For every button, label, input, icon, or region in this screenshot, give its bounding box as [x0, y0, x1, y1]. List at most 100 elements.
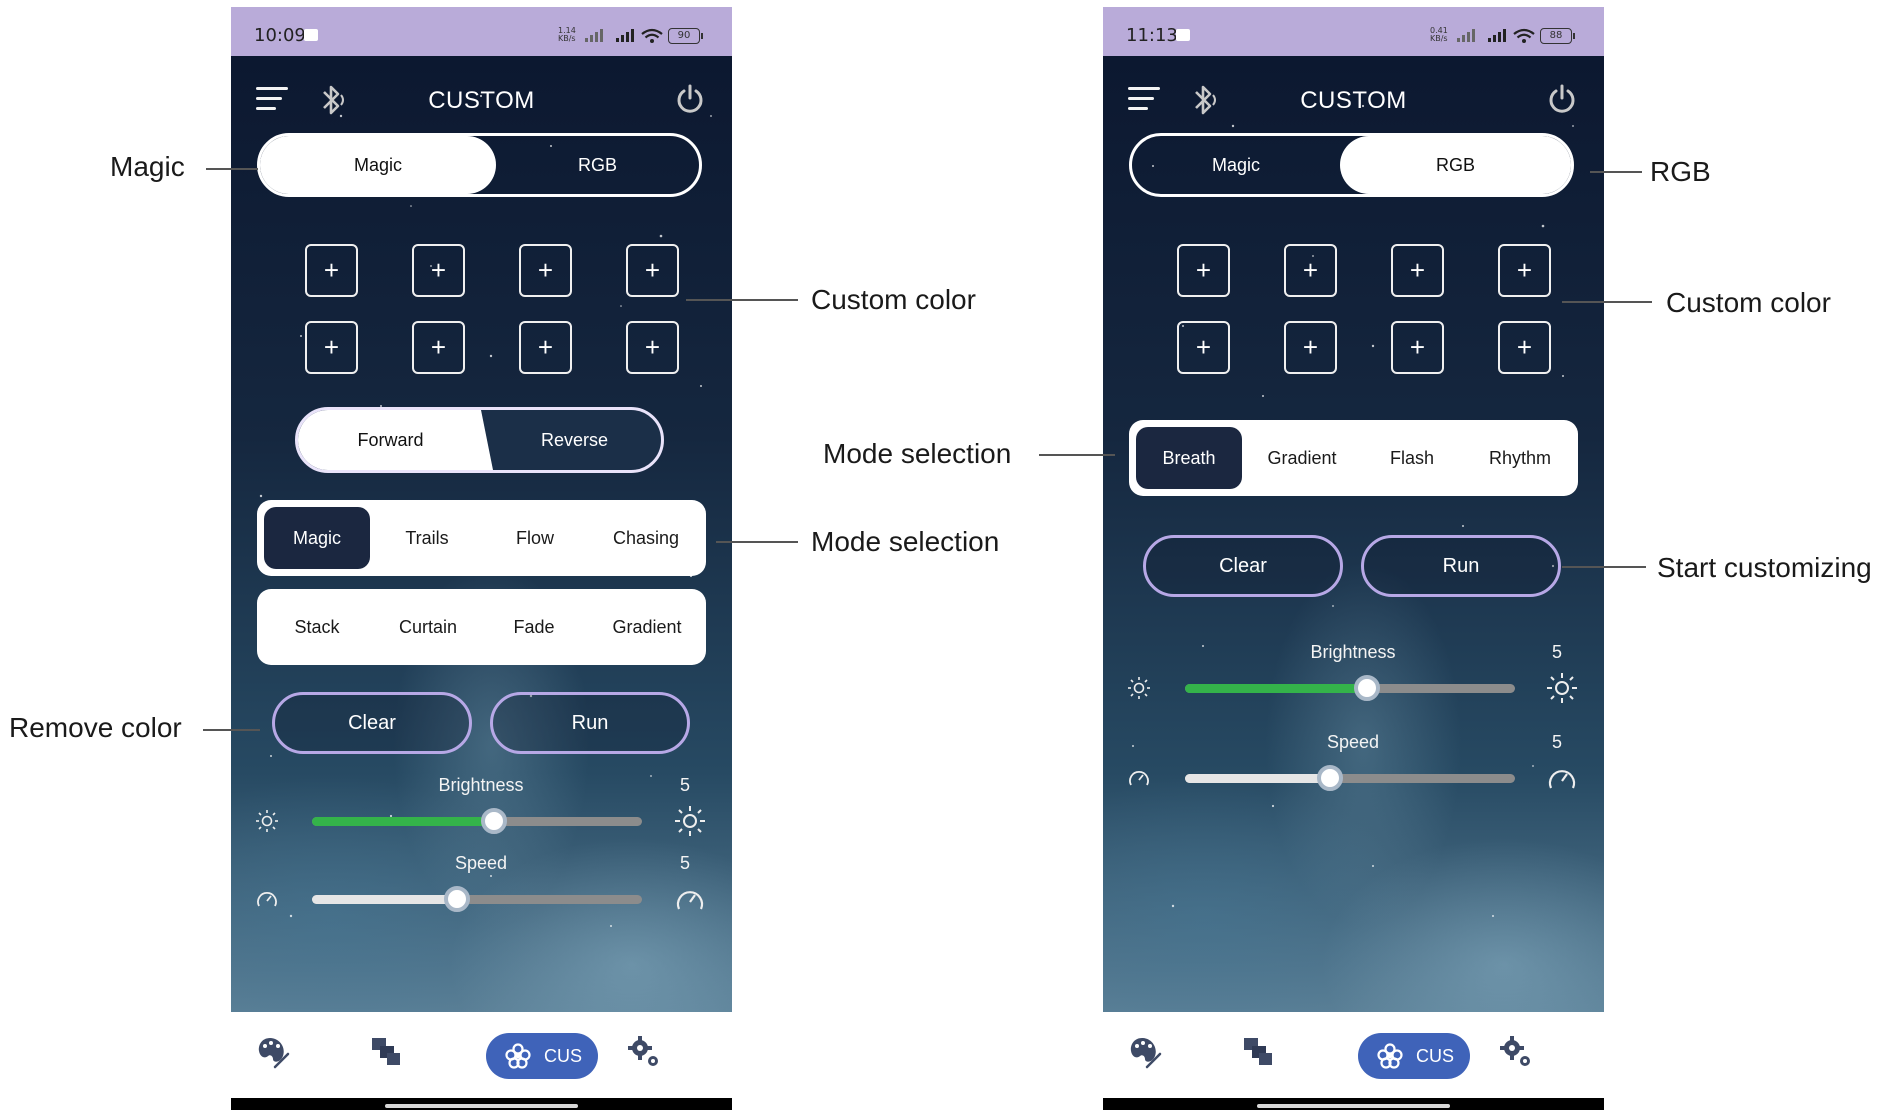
add-color-slot[interactable]: +	[1177, 321, 1230, 374]
mode-gradient[interactable]: Gradient	[593, 589, 701, 665]
leader-line	[203, 729, 260, 731]
mode-chasing[interactable]: Chasing	[593, 500, 699, 576]
add-color-slot[interactable]: +	[1391, 244, 1444, 297]
mode-rhythm[interactable]: Rhythm	[1467, 420, 1573, 496]
add-color-slot[interactable]: +	[626, 321, 679, 374]
leader-line	[1590, 171, 1642, 173]
left-phone-screen: 10:09 1.14 KB/s 90 CUSTOM Magic RGB + + …	[231, 7, 732, 1110]
speed-fill	[1185, 774, 1331, 783]
notification-icon	[1176, 29, 1190, 41]
brightness-fill	[312, 817, 494, 826]
add-color-slot[interactable]: +	[412, 244, 465, 297]
nav-custom-label: CUS	[544, 1046, 583, 1066]
brightness-thumb[interactable]	[480, 808, 507, 834]
add-color-slot[interactable]: +	[519, 244, 572, 297]
speed-slider[interactable]	[312, 895, 642, 904]
add-color-slot[interactable]: +	[305, 321, 358, 374]
add-color-slot[interactable]: +	[1498, 321, 1551, 374]
brightness-value: 5	[1552, 642, 1563, 662]
mode-gradient[interactable]: Gradient	[1249, 420, 1355, 496]
clear-button[interactable]: Clear	[1143, 535, 1343, 597]
annotation-mode-selection: Mode selection	[823, 438, 1012, 469]
leader-line	[1039, 454, 1115, 456]
annotation-remove-color: Remove color	[9, 712, 182, 743]
add-color-slot[interactable]: +	[305, 244, 358, 297]
annotation-magic: Magic	[110, 151, 185, 182]
mode-selector: Breath Gradient Flash Rhythm	[1129, 420, 1578, 496]
mode-trails[interactable]: Trails	[377, 500, 477, 576]
mode-curtain[interactable]: Curtain	[375, 589, 481, 665]
run-button[interactable]: Run	[1361, 535, 1561, 597]
notification-icon	[304, 29, 318, 41]
add-color-slot[interactable]: +	[1177, 244, 1230, 297]
settings-gears-icon[interactable]	[1498, 1034, 1534, 1070]
direction-reverse[interactable]: Reverse	[488, 410, 661, 470]
brightness-thumb[interactable]	[1353, 675, 1380, 701]
mode-fade[interactable]: Fade	[484, 589, 584, 665]
leader-line	[686, 299, 798, 301]
nav-custom-label: CUS	[1416, 1046, 1455, 1066]
magic-rgb-toggle: Magic RGB	[257, 133, 702, 197]
nav-custom-tab[interactable]: CUS	[486, 1033, 598, 1079]
mode-selector-row-2: Stack Curtain Fade Gradient	[257, 589, 706, 665]
run-button[interactable]: Run	[490, 692, 690, 754]
mode-breath[interactable]: Breath	[1136, 420, 1242, 496]
mode-flow[interactable]: Flow	[485, 500, 585, 576]
home-indicator[interactable]	[1257, 1104, 1450, 1108]
palette-icon[interactable]	[255, 1034, 291, 1070]
sun-icon	[256, 810, 278, 832]
add-color-slot[interactable]: +	[412, 321, 465, 374]
nav-custom-tab[interactable]: CUS	[1358, 1033, 1470, 1079]
speed-slider[interactable]	[1185, 774, 1515, 783]
signal-icon	[1488, 29, 1506, 42]
power-icon[interactable]	[1546, 83, 1578, 115]
speed-thumb[interactable]	[444, 886, 471, 912]
sun-icon	[675, 806, 705, 836]
layers-icon[interactable]	[1242, 1036, 1274, 1068]
leader-line	[1562, 301, 1652, 303]
leader-line	[206, 168, 258, 170]
mode-magic[interactable]: Magic	[264, 500, 370, 576]
status-bar: 11:13 0.41 KB/s 88	[1103, 7, 1604, 56]
brightness-slider[interactable]	[1185, 684, 1515, 693]
status-time: 11:13	[1126, 25, 1178, 46]
add-color-slot[interactable]: +	[1284, 244, 1337, 297]
sun-icon	[1128, 677, 1150, 699]
speedometer-icon	[257, 892, 277, 907]
speedometer-icon	[676, 891, 704, 910]
direction-toggle: Forward Reverse	[295, 407, 664, 473]
mode-selector-row-1: Magic Trails Flow Chasing	[257, 500, 706, 576]
wifi-icon	[1513, 28, 1535, 43]
clear-button[interactable]: Clear	[272, 692, 472, 754]
speedometer-icon	[1548, 770, 1576, 789]
brightness-slider[interactable]	[312, 817, 642, 826]
power-icon[interactable]	[674, 83, 706, 115]
settings-gears-icon[interactable]	[626, 1034, 662, 1070]
home-indicator[interactable]	[385, 1104, 578, 1108]
leader-line	[716, 541, 798, 543]
palette-icon[interactable]	[1127, 1034, 1163, 1070]
right-phone-screen: 11:13 0.41 KB/s 88 CUSTOM Magic RGB + + …	[1103, 7, 1604, 1110]
speed-thumb[interactable]	[1317, 765, 1344, 791]
signal-icon	[616, 29, 634, 42]
direction-forward[interactable]: Forward	[298, 410, 483, 470]
add-color-slot[interactable]: +	[626, 244, 679, 297]
tab-magic[interactable]: Magic	[260, 136, 496, 194]
page-title: CUSTOM	[1300, 87, 1407, 114]
tab-magic[interactable]: Magic	[1132, 136, 1340, 194]
tab-rgb[interactable]: RGB	[1340, 136, 1571, 194]
bottom-navigation	[231, 1012, 732, 1098]
tab-rgb[interactable]: RGB	[496, 136, 699, 194]
mode-flash[interactable]: Flash	[1362, 420, 1462, 496]
add-color-slot[interactable]: +	[1498, 244, 1551, 297]
layers-icon[interactable]	[370, 1036, 402, 1068]
wifi-icon	[641, 28, 663, 43]
add-color-slot[interactable]: +	[519, 321, 572, 374]
net-speed: 1.14 KB/s	[558, 26, 576, 43]
mode-stack[interactable]: Stack	[264, 589, 370, 665]
flower-icon	[1377, 1043, 1403, 1069]
speedometer-icon	[1129, 771, 1149, 786]
starry-background	[1103, 56, 1604, 1012]
add-color-slot[interactable]: +	[1391, 321, 1444, 374]
add-color-slot[interactable]: +	[1284, 321, 1337, 374]
